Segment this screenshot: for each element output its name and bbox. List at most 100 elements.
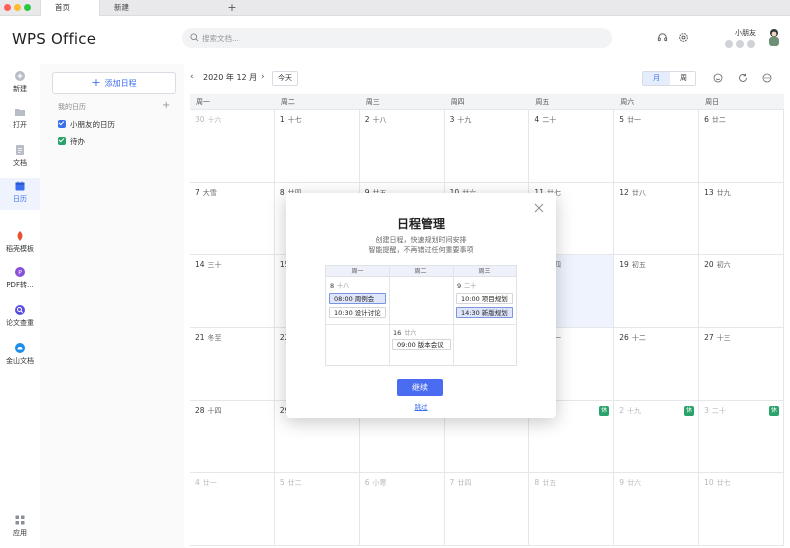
- day-cell[interactable]: 6 廿二: [699, 110, 784, 183]
- folder-icon: [15, 109, 25, 116]
- next-month-button[interactable]: ›: [261, 72, 265, 82]
- close-icon[interactable]: [534, 203, 544, 213]
- day-number: 5 廿二: [279, 478, 302, 488]
- day-cell[interactable]: 21 冬至: [190, 328, 275, 401]
- more-icon[interactable]: [762, 73, 772, 83]
- day-cell[interactable]: 28 十四: [190, 400, 275, 474]
- add-event-button[interactable]: + 添加日程: [52, 72, 176, 94]
- today-button[interactable]: 今天: [272, 71, 298, 86]
- day-number: 7 大雪: [195, 187, 217, 197]
- day-number: 21 冬至: [195, 333, 222, 342]
- member-badge-icon: [736, 40, 744, 48]
- day-cell[interactable]: 4 二十: [529, 110, 615, 183]
- day-cell[interactable]: 2 十八: [359, 110, 445, 183]
- minimize-window-icon[interactable]: [14, 4, 21, 11]
- sidebar-item-apps[interactable]: 应用: [0, 512, 40, 548]
- day-number: 28 十四: [195, 405, 222, 415]
- sidebar-item-pdf[interactable]: P PDF转...: [0, 264, 40, 300]
- tab-new[interactable]: 新建: [100, 0, 210, 16]
- day-cell[interactable]: 7 廿四: [444, 473, 530, 546]
- maximize-window-icon[interactable]: [24, 4, 31, 11]
- day-number: 1 十七: [279, 115, 302, 124]
- lunar-date: 十二: [631, 334, 646, 342]
- lunar-date: 廿九: [716, 188, 731, 197]
- day-cell[interactable]: 4 廿一: [190, 473, 275, 546]
- search-icon: [190, 33, 199, 42]
- headset-icon[interactable]: [657, 32, 668, 43]
- calendar-item-label: 待办: [70, 137, 85, 146]
- day-cell[interactable]: 14 三十: [190, 255, 275, 328]
- search-input[interactable]: 搜索文档...: [182, 28, 612, 48]
- day-number: 30 十六: [195, 115, 222, 124]
- view-week-button[interactable]: 周: [670, 72, 697, 85]
- preview-weekday: 周一: [351, 268, 364, 275]
- day-cell[interactable]: 30 十六: [190, 110, 275, 183]
- sidebar-item-new[interactable]: 新建: [0, 68, 40, 104]
- day-cell[interactable]: 1 十七: [274, 110, 360, 183]
- lunar-date: 廿一: [627, 116, 642, 124]
- day-cell[interactable]: 3 二十 休: [699, 400, 784, 474]
- gear-icon[interactable]: [678, 32, 689, 43]
- calendar-item-todo[interactable]: 待办: [58, 136, 85, 147]
- day-cell[interactable]: 8 廿五: [529, 473, 615, 546]
- weekday-label: 周六: [620, 98, 635, 106]
- day-cell[interactable]: 5 廿二: [274, 473, 360, 546]
- day-cell[interactable]: 7 大雪: [190, 182, 275, 256]
- day-cell[interactable]: 19 初五: [614, 255, 700, 328]
- apps-grid-icon: [15, 515, 25, 525]
- lunar-date: 十七: [287, 116, 302, 124]
- day-cell[interactable]: 9 廿六: [614, 473, 700, 546]
- preview-event: 10:30 设计讨论: [329, 307, 386, 318]
- user-name[interactable]: 小朋友: [735, 28, 756, 38]
- weekday-label: 周四: [450, 98, 465, 106]
- continue-button[interactable]: 继续: [397, 379, 443, 396]
- preview-event: 08:00 周例会: [329, 293, 386, 304]
- preview-date: 9 二十: [457, 282, 477, 290]
- sidebar-item-open[interactable]: 打开: [0, 104, 40, 140]
- close-window-icon[interactable]: [4, 4, 11, 11]
- day-cell[interactable]: 6 小寒: [359, 473, 445, 546]
- sidebar-item-cloud-docs[interactable]: 金山文档: [0, 340, 40, 376]
- day-cell[interactable]: 5 廿一: [614, 110, 700, 183]
- lunar-date: 廿八: [631, 188, 646, 197]
- weekday-label: 周三: [365, 98, 380, 106]
- avatar[interactable]: [766, 27, 782, 47]
- checkbox-checked-icon[interactable]: [58, 120, 66, 128]
- tab-home[interactable]: 首页: [40, 0, 100, 16]
- preview-event: 09:00 版本会议: [392, 339, 451, 350]
- day-cell[interactable]: 20 初六: [699, 255, 784, 328]
- lunar-date: 廿二: [711, 116, 726, 124]
- dialog-title: 日程管理: [396, 217, 445, 231]
- sidebar-item-label: 应用: [13, 529, 27, 537]
- day-cell[interactable]: 26 十二: [614, 328, 700, 401]
- day-number: 20 初六: [704, 260, 731, 270]
- calendar-item-personal[interactable]: 小朋友的日历: [58, 119, 115, 130]
- sidebar-item-docs[interactable]: 文档: [0, 142, 40, 178]
- preview-date: 8 十八: [330, 282, 350, 290]
- sidebar-item-calendar[interactable]: 日历: [0, 178, 40, 210]
- weekday-label: 周日: [705, 98, 720, 106]
- checkbox-checked-icon[interactable]: [58, 137, 66, 145]
- view-month-button[interactable]: 月: [643, 72, 670, 85]
- day-cell[interactable]: 27 十三: [699, 328, 784, 401]
- day-cell[interactable]: 3 十九: [444, 110, 530, 183]
- day-cell[interactable]: 2 十九 休: [614, 400, 700, 474]
- sidebar-item-label: 打开: [13, 121, 27, 129]
- holiday-rest-badge: 休: [684, 405, 695, 416]
- refresh-icon[interactable]: [738, 73, 748, 83]
- day-cell[interactable]: 10 廿七: [699, 473, 784, 546]
- day-cell[interactable]: 12 廿八: [614, 182, 700, 256]
- skip-link[interactable]: 跳过: [286, 401, 556, 411]
- svg-text:P: P: [18, 269, 22, 276]
- sidebar-item-templates[interactable]: 稻壳模板: [0, 228, 40, 264]
- lunar-date: 廿七: [716, 479, 731, 488]
- smile-icon[interactable]: [713, 73, 723, 83]
- day-cell[interactable]: 13 廿九: [699, 182, 784, 256]
- prev-month-button[interactable]: ‹: [190, 72, 194, 82]
- add-tab-button[interactable]: +: [222, 0, 242, 16]
- add-calendar-button[interactable]: +: [162, 100, 170, 111]
- calendar-preview: 周一 周二 周三 8 十八 9 二十 16 廿六 08:00 周例会 10:30 设计…: [325, 265, 517, 366]
- lunar-date: 小寒: [372, 479, 387, 488]
- calendar-item-label: 小朋友的日历: [70, 120, 115, 129]
- sidebar-item-paper-check[interactable]: 论文查重: [0, 302, 40, 338]
